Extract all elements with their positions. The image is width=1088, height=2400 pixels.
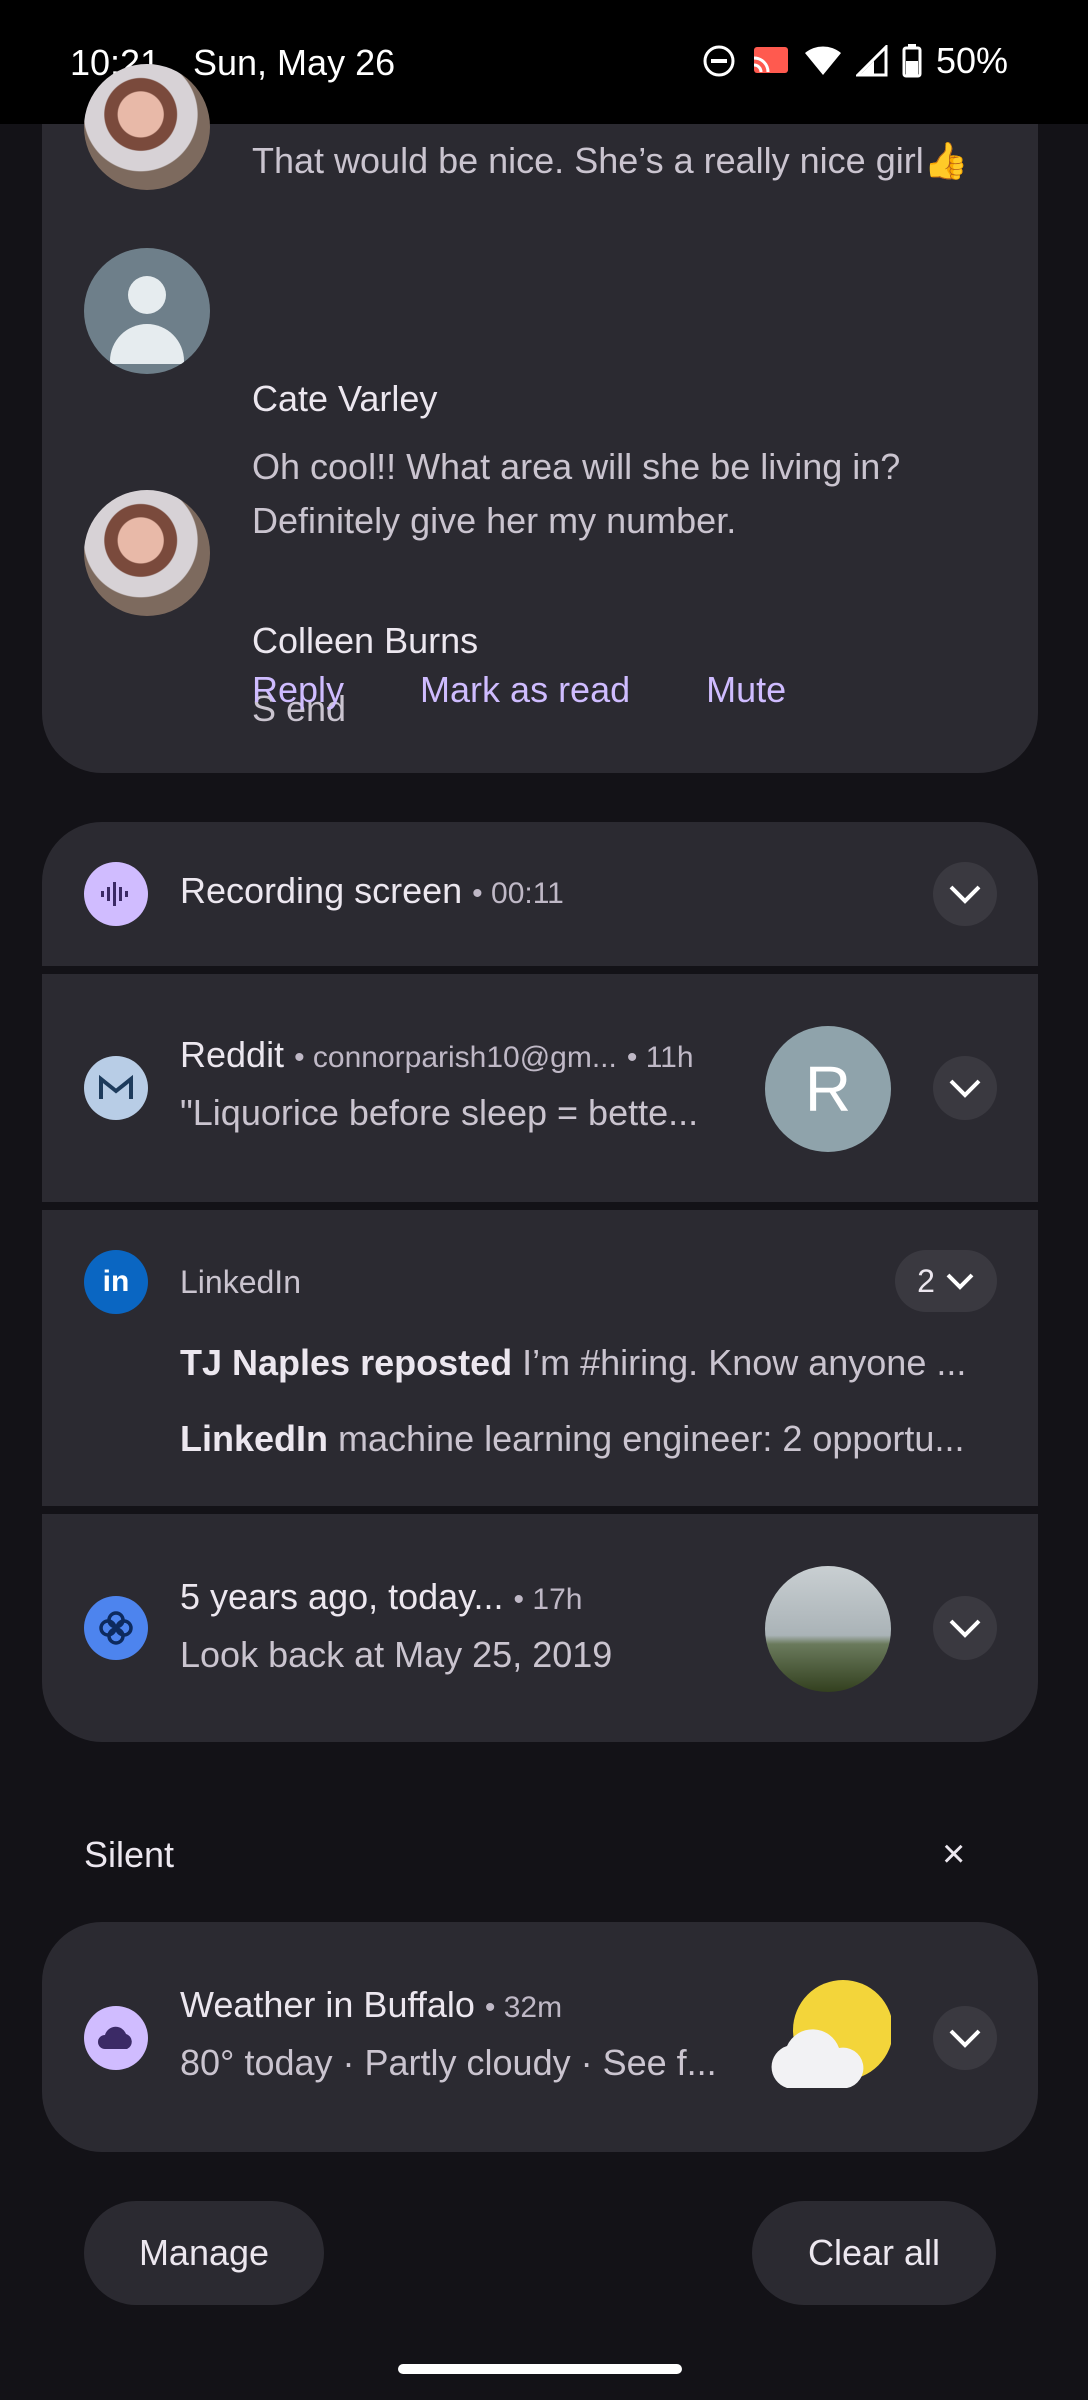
status-icons: 50%: [702, 40, 1008, 82]
partly-cloudy-icon: [765, 1974, 893, 2100]
chevron-down-icon: [949, 885, 981, 904]
do-not-disturb-icon: [702, 44, 736, 78]
reddit-notification[interactable]: Reddit • connorparish10@gm... • 11h "Liq…: [42, 974, 1038, 1202]
linkedin-icon: in: [84, 1250, 148, 1314]
clear-all-button[interactable]: Clear all: [752, 2201, 996, 2305]
manage-button[interactable]: Manage: [84, 2201, 324, 2305]
memories-notification[interactable]: 5 years ago, today... • 17h Look back at…: [42, 1514, 1038, 1742]
person-icon: [128, 276, 166, 314]
chevron-down-icon: [949, 1619, 981, 1638]
home-indicator[interactable]: [398, 2364, 682, 2374]
notification-count: 2: [917, 1262, 935, 1299]
conversation-notification[interactable]: That would be nice. She’s a really nice …: [42, 64, 1038, 773]
message-text-line1: Oh cool!! What area will she be living i…: [252, 446, 901, 487]
linkedin-line-2: LinkedIn machine learning engineer: 2 op…: [180, 1418, 965, 1459]
mute-button[interactable]: Mute: [706, 669, 786, 711]
message-text-line2: Definitely give her my number.: [252, 500, 737, 541]
signal-icon: [855, 45, 888, 77]
cloud-icon: [84, 2006, 148, 2070]
recording-notification[interactable]: Recording screen • 00:11: [42, 822, 1038, 966]
expand-button[interactable]: [933, 862, 997, 926]
avatar: [84, 490, 210, 616]
battery-percent: 50%: [935, 40, 1008, 81]
mail-icon: [84, 1056, 148, 1120]
mark-as-read-button[interactable]: Mark as read: [420, 669, 630, 711]
recording-time: • 00:11: [472, 877, 564, 910]
notification-age: • 32m: [484, 1991, 563, 2024]
notification-title: 5 years ago, today... • 17h: [180, 1576, 583, 1617]
silent-section-label: Silent: [84, 1834, 175, 1875]
cast-icon: [750, 44, 790, 78]
reply-button[interactable]: Reply: [252, 669, 344, 711]
notification-title: Reddit • connorparish10@gm... • 11h: [180, 1034, 694, 1075]
expand-button[interactable]: [933, 2006, 997, 2070]
app-name: LinkedIn: [180, 1264, 301, 1300]
avatar: R: [765, 1026, 891, 1152]
chevron-down-icon: [946, 1273, 974, 1290]
linkedin-notification[interactable]: in LinkedIn 2 TJ Naples reposted I’m #hi…: [42, 1210, 1038, 1506]
notification-subtitle: 80° today · Partly cloudy · See f...: [180, 2042, 717, 2083]
notification-title: Weather in Buffalo • 32m: [180, 1984, 563, 2025]
wifi-icon: [804, 45, 842, 77]
expand-button[interactable]: [933, 1596, 997, 1660]
notification-title: Recording screen • 00:11: [180, 870, 564, 911]
conversation-actions: Reply Mark as read Mute: [252, 669, 786, 711]
message-text: That would be nice. She’s a really nice …: [252, 140, 969, 181]
avatar: [84, 248, 210, 374]
message-sender: Colleen Burns: [252, 620, 479, 661]
chevron-down-icon: [949, 2029, 981, 2048]
linkedin-line-1: TJ Naples reposted I’m #hiring. Know any…: [180, 1342, 967, 1383]
account-label: • connorparish10@gm...: [294, 1041, 617, 1074]
status-date: Sun, May 26: [193, 42, 396, 83]
message-sender: Cate Varley: [252, 378, 438, 419]
notification-age: • 17h: [513, 1583, 583, 1616]
notification-preview: "Liquorice before sleep = bette...: [180, 1092, 699, 1133]
battery-icon: [902, 44, 922, 78]
weather-notification[interactable]: Weather in Buffalo • 32m 80° today · Par…: [42, 1922, 1038, 2152]
chevron-down-icon: [949, 1079, 981, 1098]
close-icon[interactable]: ×: [942, 1832, 965, 1877]
notification-age: • 11h: [626, 1041, 694, 1074]
pinwheel-icon: [84, 1596, 148, 1660]
memory-photo: [765, 1566, 891, 1692]
notification-subtitle: Look back at May 25, 2019: [180, 1634, 613, 1675]
expand-button[interactable]: [933, 1056, 997, 1120]
expand-count-button[interactable]: 2: [895, 1250, 997, 1312]
avatar: [84, 64, 210, 190]
sound-wave-icon: [84, 862, 148, 926]
